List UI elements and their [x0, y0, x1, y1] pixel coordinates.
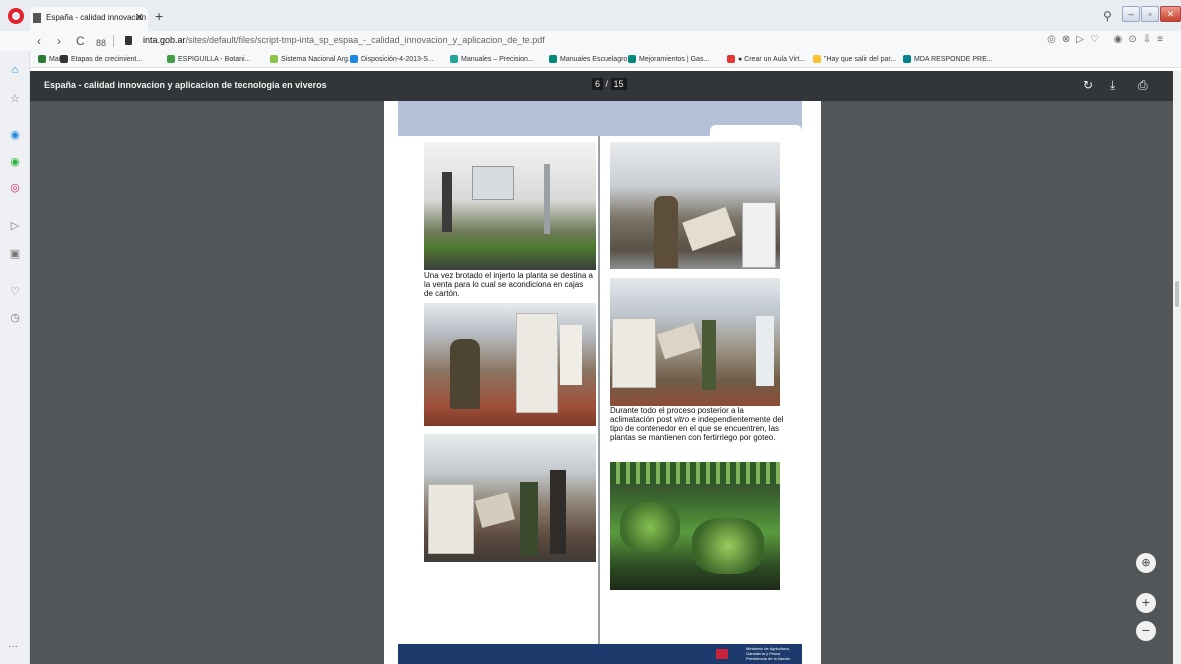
messenger-icon[interactable]: ◉	[8, 128, 22, 142]
scrollbar-thumb[interactable]	[1175, 281, 1179, 307]
maximize-button[interactable]: ▫	[1141, 6, 1159, 22]
bookmark-label: Disposición-4-2013-S...	[361, 55, 434, 63]
search-icon[interactable]: ⚲	[1103, 9, 1112, 23]
bookmark-item[interactable]: Mejoramientos | Gas...	[628, 55, 709, 63]
home-icon[interactable]: ⌂	[8, 63, 22, 77]
pdf-page: Una vez brotado el injerto la planta se …	[384, 101, 821, 664]
new-tab-button[interactable]: +	[155, 9, 163, 23]
print-icon[interactable]: ⎙	[1138, 78, 1148, 93]
bookmark-item[interactable]: Manuales Escuelagro...	[549, 55, 633, 63]
pdf-title: España - calidad innovacion y aplicacion…	[44, 80, 327, 90]
inta-logo-icon	[716, 649, 728, 659]
reload-button[interactable]: C	[76, 33, 85, 49]
rotate-icon[interactable]: ↻	[1083, 78, 1093, 92]
sidebar-more-icon[interactable]: ···	[8, 641, 18, 652]
bookmark-favicon-icon	[813, 55, 821, 63]
pdf-toolbar: España - calidad innovacion y aplicacion…	[30, 71, 1181, 101]
photo-seedling-trays	[610, 462, 780, 590]
toolbar-extension-icons[interactable]: ◎⊗▷♡ ◉⊙⇩≡	[1047, 34, 1169, 45]
bookmark-item[interactable]: ● Crear un Aula Virt...	[727, 55, 805, 63]
pdf-scrollbar[interactable]	[1173, 71, 1181, 664]
whatsapp-icon[interactable]: ◉	[8, 155, 22, 169]
back-button[interactable]: ‹	[37, 33, 41, 49]
caption-italic: vitro	[674, 415, 690, 424]
bookmark-favicon-icon	[60, 55, 68, 63]
photo-grafted-plants-machine	[424, 142, 596, 270]
bookmark-label: Manuales – Precision...	[461, 55, 534, 63]
pdf-canvas: Una vez brotado el injerto la planta se …	[30, 101, 1173, 664]
bookmark-item[interactable]: MDA RESPONDE PRE...	[903, 55, 993, 63]
page-footer: Ministerio de Agricultura, Ganadería y P…	[398, 644, 802, 664]
fit-to-page-button[interactable]: ⊕	[1136, 553, 1156, 573]
lock-icon[interactable]	[125, 36, 132, 45]
bookmark-item[interactable]: Disposición-4-2013-S...	[350, 55, 434, 63]
opera-logo-icon[interactable]	[8, 8, 24, 24]
bookmark-favicon-icon	[38, 55, 46, 63]
minimize-button[interactable]: –	[1122, 6, 1140, 22]
photo-workers-with-boxes	[424, 434, 596, 562]
tabs-grid-button[interactable]: 88	[96, 35, 106, 51]
bookmark-favicon-icon	[450, 55, 458, 63]
zoom-in-button[interactable]: +	[1136, 593, 1156, 613]
photo-greenhouse-worker	[610, 142, 780, 269]
column-divider	[598, 136, 600, 644]
bookmark-label: Mejoramientos | Gas...	[639, 55, 710, 63]
bookmark-favicon-icon	[270, 55, 278, 63]
url-domain: inta.gob.ar	[143, 35, 186, 45]
document-icon	[33, 13, 41, 23]
photo-packing-station	[610, 278, 780, 406]
browser-tab[interactable]: España - calidad innovacion ✕	[30, 7, 148, 31]
footer-ministry-text: Ministerio de Agricultura, Ganadería y P…	[746, 646, 791, 661]
zoom-out-button[interactable]: −	[1136, 621, 1156, 641]
download-icon[interactable]: ⤓	[1110, 78, 1115, 93]
photo-worker-boxing	[424, 303, 596, 426]
bookmark-favicon-icon	[727, 55, 735, 63]
bookmark-label: ESPIGUILLA - Botani...	[178, 55, 251, 63]
tab-close-icon[interactable]: ✕	[135, 7, 144, 29]
url-path: /sites/default/files/script-tmp-inta_sp_…	[185, 35, 545, 45]
browser-sidebar: ⌂ ☆ ◉ ◉ ◎ ▷ ▣ ♡ ◷ ···	[0, 51, 30, 664]
heart-icon[interactable]: ♡	[8, 285, 22, 299]
caption-boxes: Una vez brotado el injerto la planta se …	[424, 271, 593, 298]
forward-button[interactable]: ›	[57, 33, 61, 49]
clock-icon[interactable]: ◷	[8, 311, 22, 325]
address-bar: ‹ › C 88 inta.gob.ar/sites/default/files…	[0, 31, 1181, 51]
bookmark-item[interactable]: Manuales – Precision...	[450, 55, 534, 63]
page-current-input[interactable]: 6	[592, 78, 604, 90]
bookmark-favicon-icon	[350, 55, 358, 63]
instagram-icon[interactable]: ◎	[8, 181, 22, 195]
bookmarks-bar: Maíz Etapas de crecimient... ESPIGUILLA - …	[30, 51, 1181, 68]
send-icon[interactable]: ▷	[8, 219, 22, 233]
bookmark-item[interactable]: Sistema Nacional Arg...	[270, 55, 354, 63]
wallet-icon[interactable]: ▣	[8, 247, 22, 261]
nav-separator	[113, 35, 114, 47]
page-indicator: 6 / 15	[592, 78, 627, 90]
bookmark-favicon-icon	[549, 55, 557, 63]
bookmark-label: ● Crear un Aula Virt...	[738, 55, 806, 63]
bookmark-label: "Hay que salir del par...	[824, 55, 897, 63]
url-field[interactable]: inta.gob.ar/sites/default/files/script-t…	[143, 35, 545, 45]
bookmark-item[interactable]: "Hay que salir del par...	[813, 55, 896, 63]
page-header-tab	[710, 125, 802, 136]
title-bar: España - calidad innovacion ✕ + ⚲ – ▫ ✕	[0, 0, 1181, 31]
bookmark-label: MDA RESPONDE PRE...	[914, 55, 993, 63]
page-total: 15	[610, 78, 627, 90]
bookmark-label: Manuales Escuelagro...	[560, 55, 634, 63]
caption-fertirrigation: Durante todo el proceso posterior a la a…	[610, 406, 788, 442]
close-window-button[interactable]: ✕	[1160, 6, 1181, 22]
bookmark-label: Sistema Nacional Arg...	[281, 55, 354, 63]
bookmark-item[interactable]: ESPIGUILLA - Botani...	[167, 55, 250, 63]
bookmark-item[interactable]: Etapas de crecimient...	[60, 55, 142, 63]
bookmark-favicon-icon	[903, 55, 911, 63]
bookmark-favicon-icon	[628, 55, 636, 63]
bookmark-favicon-icon	[167, 55, 175, 63]
tab-title: España - calidad innovacion	[46, 13, 147, 22]
star-icon[interactable]: ☆	[8, 92, 22, 106]
bookmark-label: Etapas de crecimient...	[71, 55, 143, 63]
